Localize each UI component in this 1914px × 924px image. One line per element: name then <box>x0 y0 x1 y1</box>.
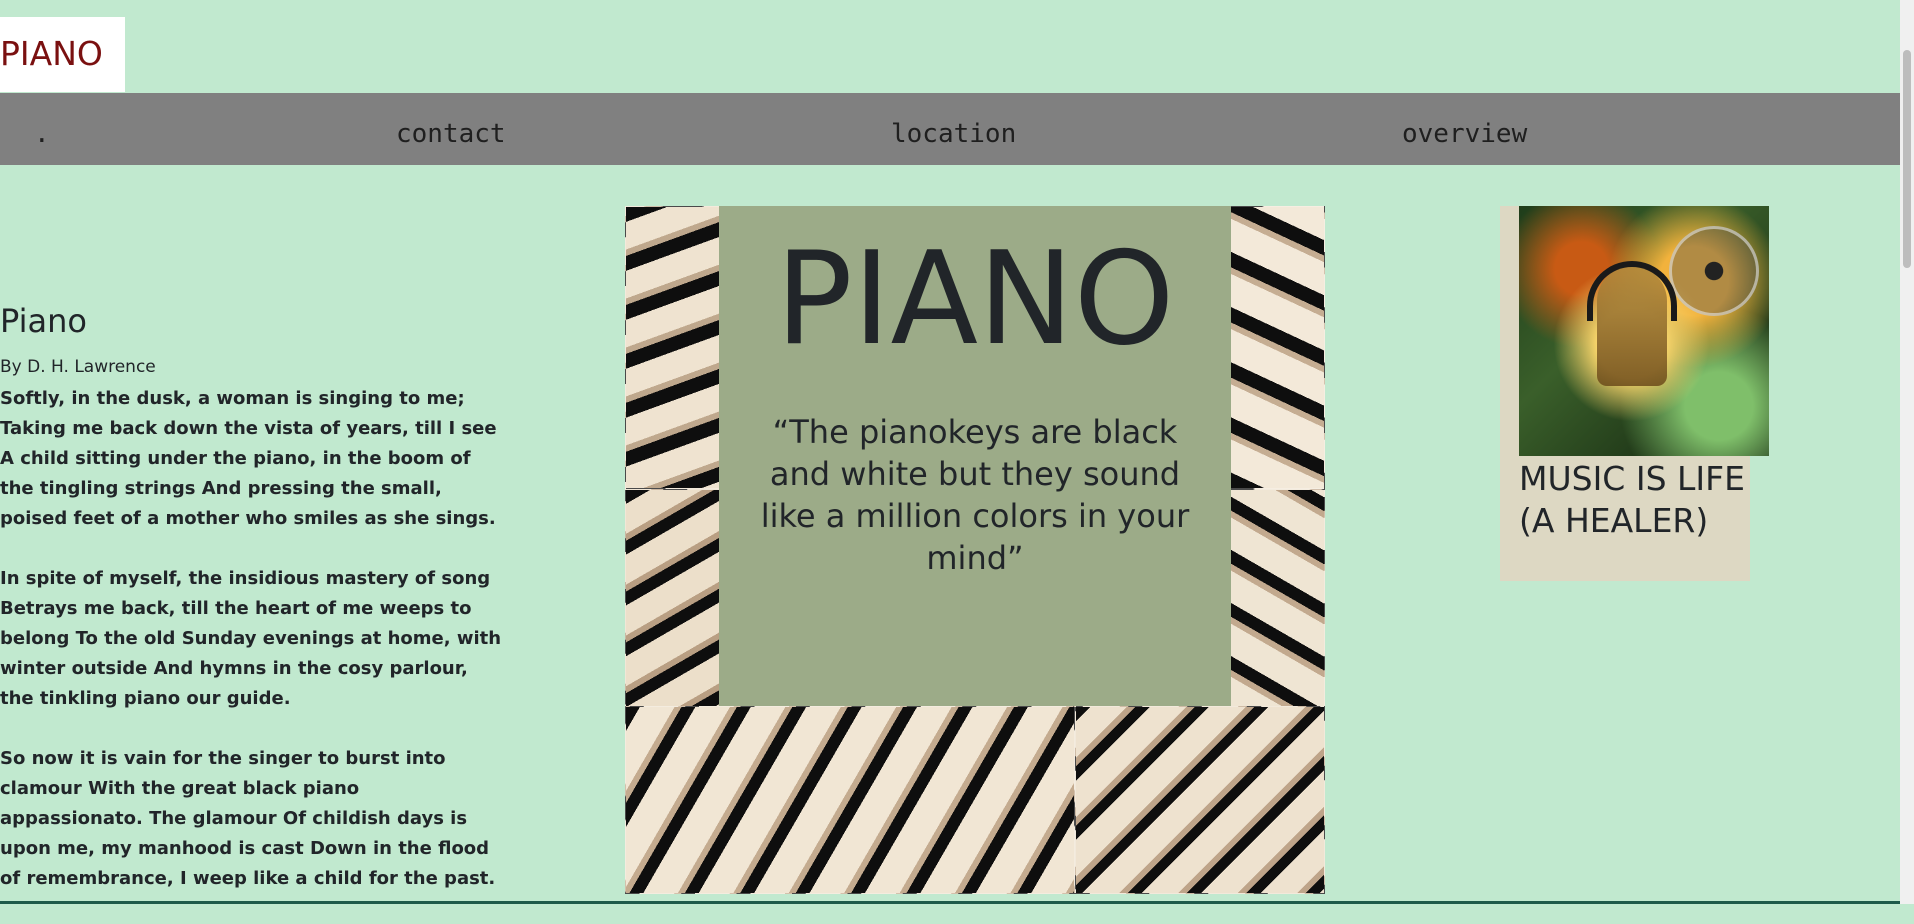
disc-icon <box>1669 226 1759 316</box>
nav-item-overview[interactable]: overview <box>1402 121 1527 147</box>
poem-stanza-2: In spite of myself, the insidious master… <box>0 568 502 709</box>
poem-title: Piano <box>0 302 87 340</box>
piano-keys-tile <box>1230 206 1325 489</box>
poem-body: Softly, in the dusk, a woman is singing … <box>0 384 505 924</box>
vertical-scrollbar[interactable] <box>1900 0 1914 904</box>
side-caption: MUSIC IS LIFE (A HEALER) <box>1519 459 1745 540</box>
poem-stanza-1: Softly, in the dusk, a woman is singing … <box>0 388 497 529</box>
poem-stanza-3: So now it is vain for the singer to burs… <box>0 748 496 889</box>
music-woman-headphones-image <box>1519 206 1769 456</box>
scrollbar-thumb[interactable] <box>1903 50 1911 268</box>
piano-keys-tile <box>625 489 720 724</box>
hero-title: PIANO <box>775 225 1175 374</box>
piano-keys-tile <box>1230 489 1325 724</box>
main-navbar: . contact location overview <box>0 93 1900 165</box>
piano-keys-tile <box>1075 706 1325 894</box>
hero-box: PIANO “The pianokeys are black and white… <box>719 206 1231 706</box>
nav-item-location[interactable]: location <box>891 121 1016 147</box>
nav-item-contact[interactable]: contact <box>396 121 506 147</box>
poem-author: By D. H. Lawrence <box>0 357 156 377</box>
logo-box[interactable]: PIANO <box>0 17 125 92</box>
site-logo[interactable]: PIANO <box>0 37 103 70</box>
piano-keys-tile <box>625 706 1075 894</box>
headphones-icon <box>1587 261 1677 321</box>
piano-keys-tile <box>625 206 720 489</box>
nav-item-dot[interactable]: . <box>34 121 50 147</box>
hero-quote: “The pianokeys are black and white but t… <box>760 413 1190 577</box>
